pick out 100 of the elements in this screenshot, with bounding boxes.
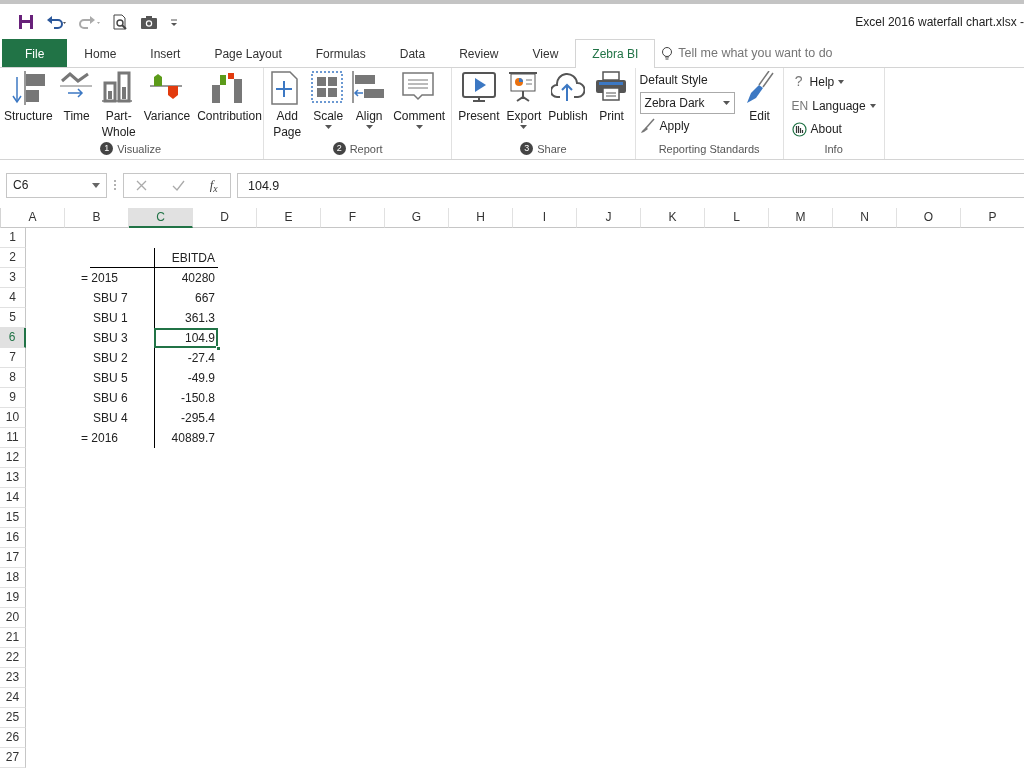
- column-header[interactable]: F: [321, 208, 385, 228]
- ribbon-button[interactable]: Present: [456, 71, 502, 124]
- ribbon-button[interactable]: Add Page: [268, 71, 307, 140]
- row-header[interactable]: 3: [0, 268, 26, 288]
- group-label: Visualize: [117, 141, 161, 157]
- row-header[interactable]: 7: [0, 348, 26, 368]
- language-button[interactable]: EN Language: [791, 97, 876, 115]
- row-header[interactable]: 24: [0, 688, 26, 708]
- row-header[interactable]: 18: [0, 568, 26, 588]
- column-header[interactable]: N: [833, 208, 897, 228]
- apply-button[interactable]: Apply: [639, 117, 735, 135]
- ribbon-button[interactable]: Publish: [546, 71, 590, 124]
- column-header[interactable]: H: [449, 208, 513, 228]
- check-icon[interactable]: [172, 179, 185, 191]
- table-cell: = 2015: [81, 271, 119, 285]
- row-header[interactable]: 13: [0, 468, 26, 488]
- selected-cell[interactable]: 104.9: [154, 328, 218, 348]
- column-header[interactable]: D: [193, 208, 257, 228]
- dropdown-caret-icon: [869, 104, 876, 108]
- ribbon-button[interactable]: Scale: [309, 71, 348, 134]
- structure-chart-icon: [11, 71, 46, 105]
- ribbon-tab[interactable]: Zebra BI: [575, 39, 656, 68]
- row-header[interactable]: 8: [0, 368, 26, 388]
- row-header[interactable]: 1: [0, 228, 26, 248]
- ribbon-tab[interactable]: Data: [382, 39, 443, 67]
- ribbon-button[interactable]: Structure: [2, 71, 55, 124]
- undo-icon[interactable]: [46, 14, 67, 30]
- row-header[interactable]: 27: [0, 748, 26, 768]
- row-header[interactable]: 25: [0, 708, 26, 728]
- about-button[interactable]: About: [791, 120, 876, 138]
- camera-icon[interactable]: [140, 14, 158, 30]
- ribbon-tab[interactable]: Formulas: [298, 39, 383, 67]
- ribbon-button[interactable]: Print: [592, 71, 631, 124]
- column-header[interactable]: I: [513, 208, 577, 228]
- row-header[interactable]: 21: [0, 628, 26, 648]
- row-header[interactable]: 23: [0, 668, 26, 688]
- ribbon-button[interactable]: Time: [57, 71, 96, 124]
- column-header[interactable]: C: [129, 208, 193, 228]
- column-header[interactable]: G: [385, 208, 449, 228]
- group-label: Report: [349, 141, 383, 157]
- edit-button[interactable]: Edit: [740, 71, 779, 135]
- table-cell: 40889.7: [171, 431, 215, 445]
- style-select[interactable]: Zebra Dark: [639, 92, 735, 114]
- formula-field[interactable]: 104.9: [237, 172, 1024, 198]
- ribbon-button[interactable]: Comment: [391, 71, 448, 134]
- print-preview-icon[interactable]: [112, 14, 128, 30]
- table-cell: = 2016: [81, 431, 119, 445]
- column-header[interactable]: P: [961, 208, 1024, 228]
- row-header[interactable]: 2: [0, 248, 26, 268]
- column-header[interactable]: O: [897, 208, 961, 228]
- row-header[interactable]: 6: [0, 328, 26, 348]
- ribbon-tab[interactable]: Page Layout: [197, 39, 299, 67]
- row-header[interactable]: 20: [0, 608, 26, 628]
- row-header[interactable]: 14: [0, 488, 26, 508]
- ribbon-button[interactable]: Export: [504, 71, 544, 134]
- group-label: Reporting Standards: [657, 141, 761, 157]
- row-header[interactable]: 26: [0, 728, 26, 748]
- row-header[interactable]: 11: [0, 428, 26, 448]
- row-header[interactable]: 17: [0, 548, 26, 568]
- table-cell: -150.8: [180, 391, 215, 405]
- help-button[interactable]: ? Help: [791, 71, 876, 92]
- ribbon-tab[interactable]: Review: [442, 39, 516, 67]
- grid-icon: [311, 71, 346, 105]
- table-cell: EBITDA: [171, 251, 215, 265]
- brush-icon: [639, 118, 656, 134]
- column-header[interactable]: A: [1, 208, 65, 228]
- language-code: EN: [791, 98, 809, 115]
- ribbon-tab[interactable]: Home: [67, 39, 134, 67]
- ribbon-button[interactable]: Align: [350, 71, 389, 134]
- column-header[interactable]: E: [257, 208, 321, 228]
- style-label: Default Style: [639, 72, 709, 89]
- step-number: 3: [520, 142, 534, 156]
- ribbon-button[interactable]: Part-Whole: [98, 71, 139, 140]
- row-header[interactable]: 19: [0, 588, 26, 608]
- dropdown-caret-icon: [838, 79, 845, 84]
- row-header[interactable]: 22: [0, 648, 26, 668]
- column-header[interactable]: K: [641, 208, 705, 228]
- ribbon-button[interactable]: Contribution: [195, 71, 260, 124]
- column-header[interactable]: L: [705, 208, 769, 228]
- ribbon-tab[interactable]: View: [515, 39, 576, 67]
- row-header[interactable]: 4: [0, 288, 26, 308]
- table-cell: SBU 6: [93, 391, 128, 405]
- row-header[interactable]: 15: [0, 508, 26, 528]
- customize-icon[interactable]: [170, 16, 178, 28]
- file-tab[interactable]: File: [2, 39, 68, 67]
- row-header[interactable]: 12: [0, 448, 26, 468]
- table-cell: -27.4: [187, 351, 215, 365]
- name-box[interactable]: C6: [6, 172, 107, 198]
- row-header[interactable]: 10: [0, 408, 26, 428]
- column-header[interactable]: J: [577, 208, 641, 228]
- ribbon-tab[interactable]: Insert: [133, 39, 198, 67]
- table-cell: -295.4: [180, 411, 215, 425]
- lightbulb-icon: [661, 46, 674, 60]
- question-mark-icon: ?: [791, 71, 806, 92]
- row-header[interactable]: 9: [0, 388, 26, 408]
- column-header[interactable]: M: [769, 208, 833, 228]
- tell-me-field[interactable]: Tell me what you want to do: [676, 42, 877, 64]
- row-header[interactable]: 16: [0, 528, 26, 548]
- ribbon-button[interactable]: Variance: [141, 71, 193, 124]
- function-icon[interactable]: f$_{x}$: [209, 175, 218, 195]
